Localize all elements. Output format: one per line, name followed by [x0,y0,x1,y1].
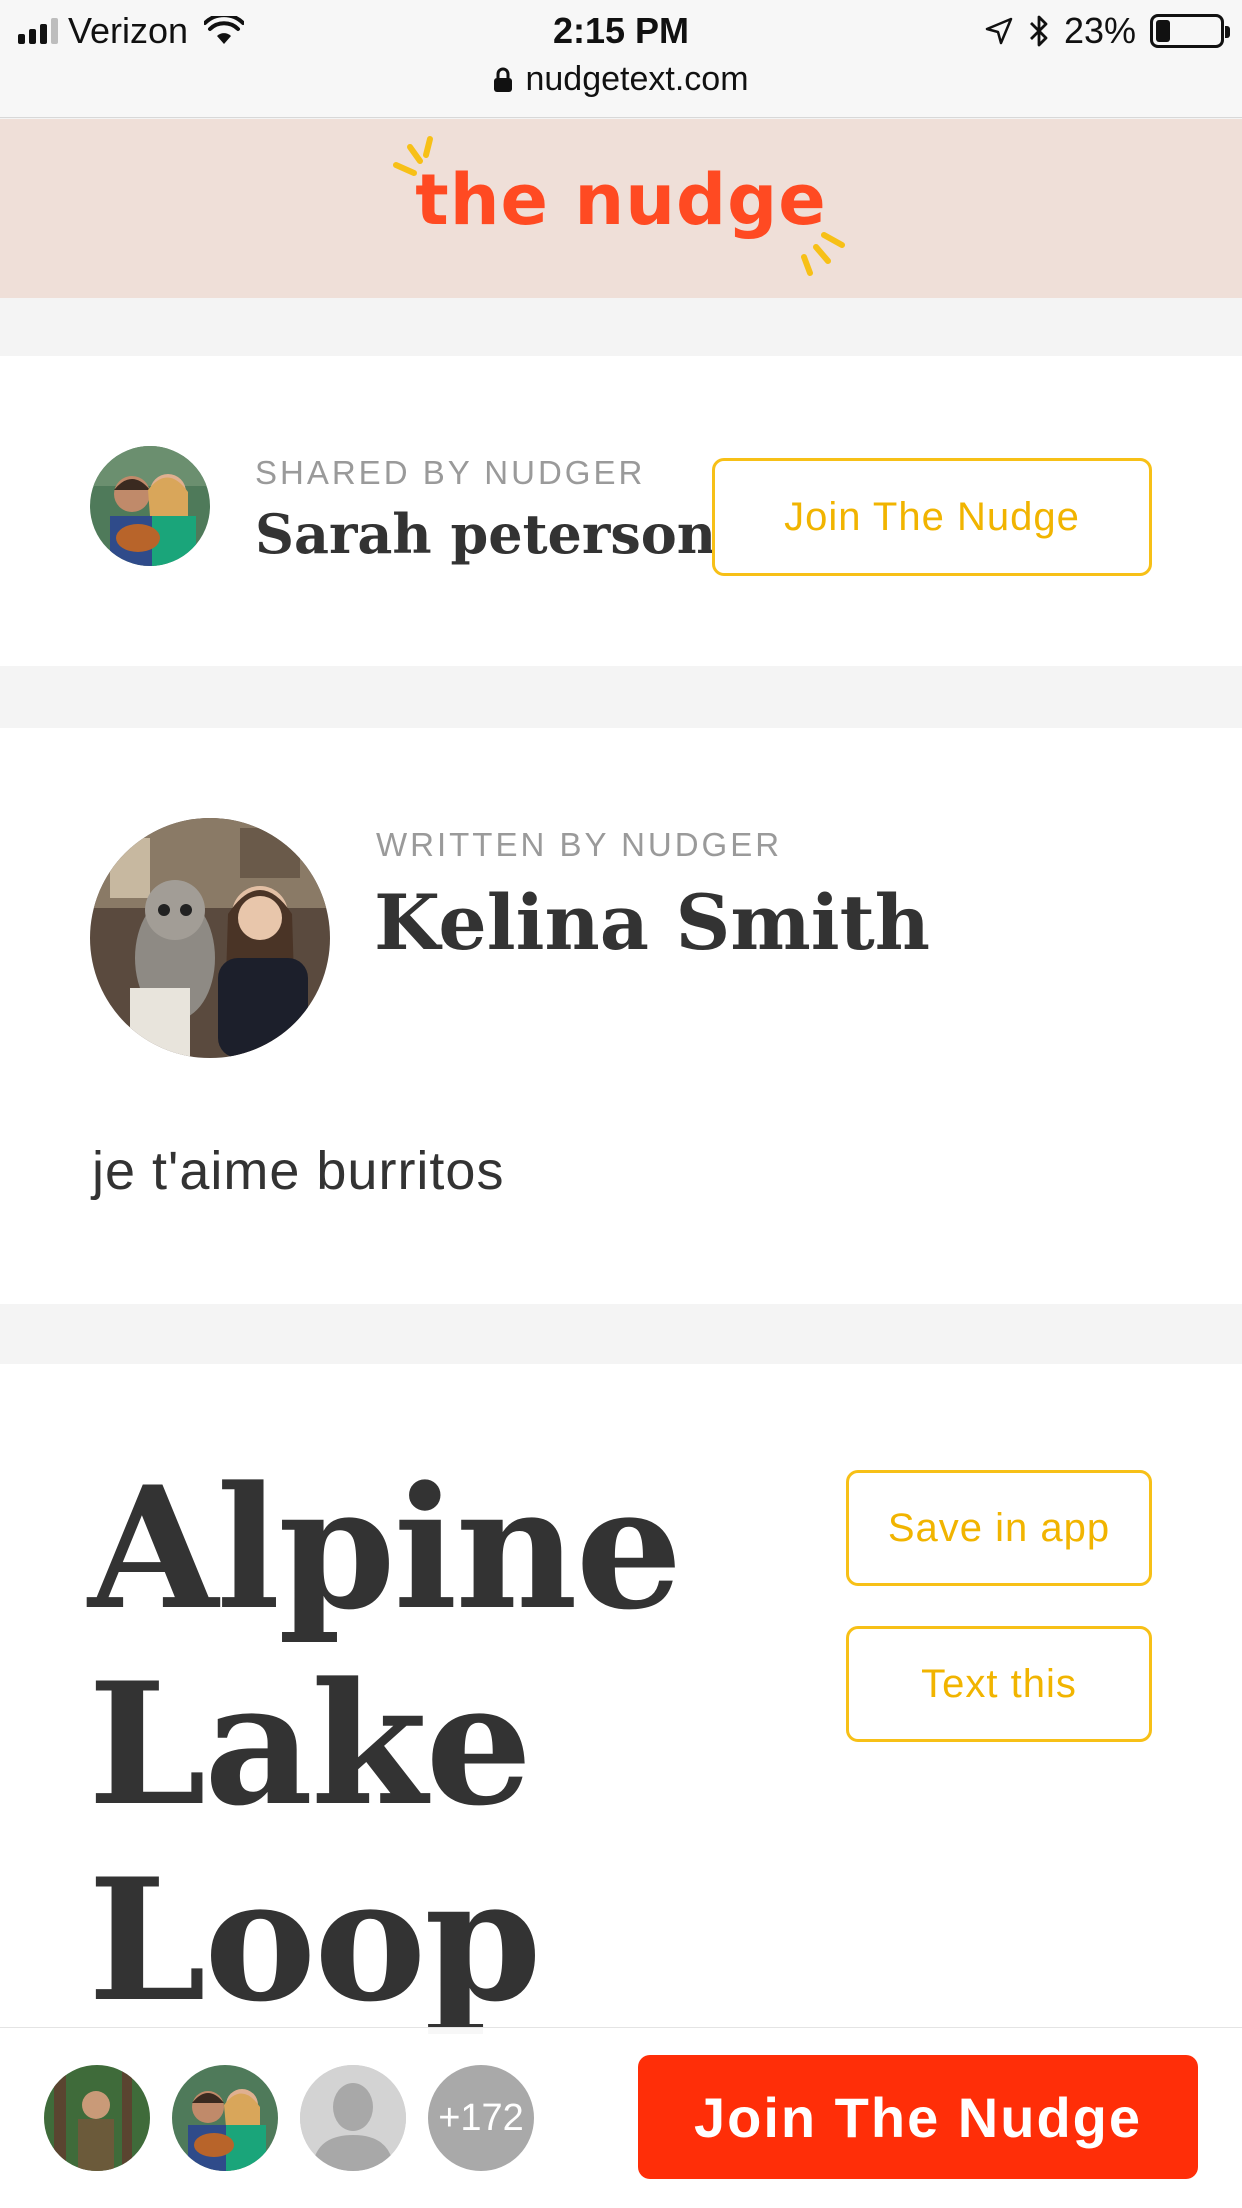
person-silhouette-icon [300,2065,406,2171]
author-avatar[interactable] [90,818,330,1058]
address-bar[interactable]: nudgetext.com [0,60,1242,99]
battery-icon [1150,14,1230,48]
content-title-line-1: Alpine [88,1449,682,1647]
shared-by-eyebrow: SHARED BY NUDGER [255,454,646,491]
content-title-line-3: Loop [88,1841,542,2039]
sparkle-rays-right-icon [801,232,845,276]
written-by-card: WRITTEN BY NUDGER Kelina Smith je t'aime… [0,728,1242,1304]
member-avatar-placeholder[interactable] [300,2065,406,2171]
battery-percent: 23% [1063,10,1136,51]
url-text: nudgetext.com [525,60,749,98]
author-name[interactable]: Kelina Smith [374,878,930,967]
member-count-badge[interactable]: +172 [428,2065,534,2171]
join-nudge-button[interactable]: Join The Nudge [712,458,1152,576]
join-nudge-primary-button[interactable]: Join The Nudge [638,2055,1198,2179]
member-avatar-1[interactable] [44,2065,150,2171]
lock-icon [494,67,513,92]
sharer-avatar[interactable] [90,446,210,566]
status-bar: Verizon 2:15 PM nudgetext.com 23% [0,0,1242,118]
status-right: 23% [984,10,1230,52]
location-arrow-icon [985,17,1013,45]
content-title-line-2: Lake [88,1645,532,1843]
sharer-name[interactable]: Sarah peterson [255,502,716,566]
bottom-bar: +172 Join The Nudge [0,2027,1242,2208]
save-in-app-button[interactable]: Save in app [846,1470,1152,1586]
written-by-eyebrow: WRITTEN BY NUDGER [376,826,783,863]
text-this-button[interactable]: Text this [846,1626,1152,1742]
shared-by-card: SHARED BY NUDGER Sarah peterson Join The… [0,356,1242,666]
brand-logo[interactable]: the nudge [0,159,1242,241]
brand-header: the nudge [0,119,1242,298]
content-card: Alpine Lake Loop Save in app Text this [0,1364,1242,2064]
member-avatar-2[interactable] [172,2065,278,2171]
author-note: je t'aime burritos [92,1141,505,1201]
bluetooth-icon [1029,15,1048,47]
